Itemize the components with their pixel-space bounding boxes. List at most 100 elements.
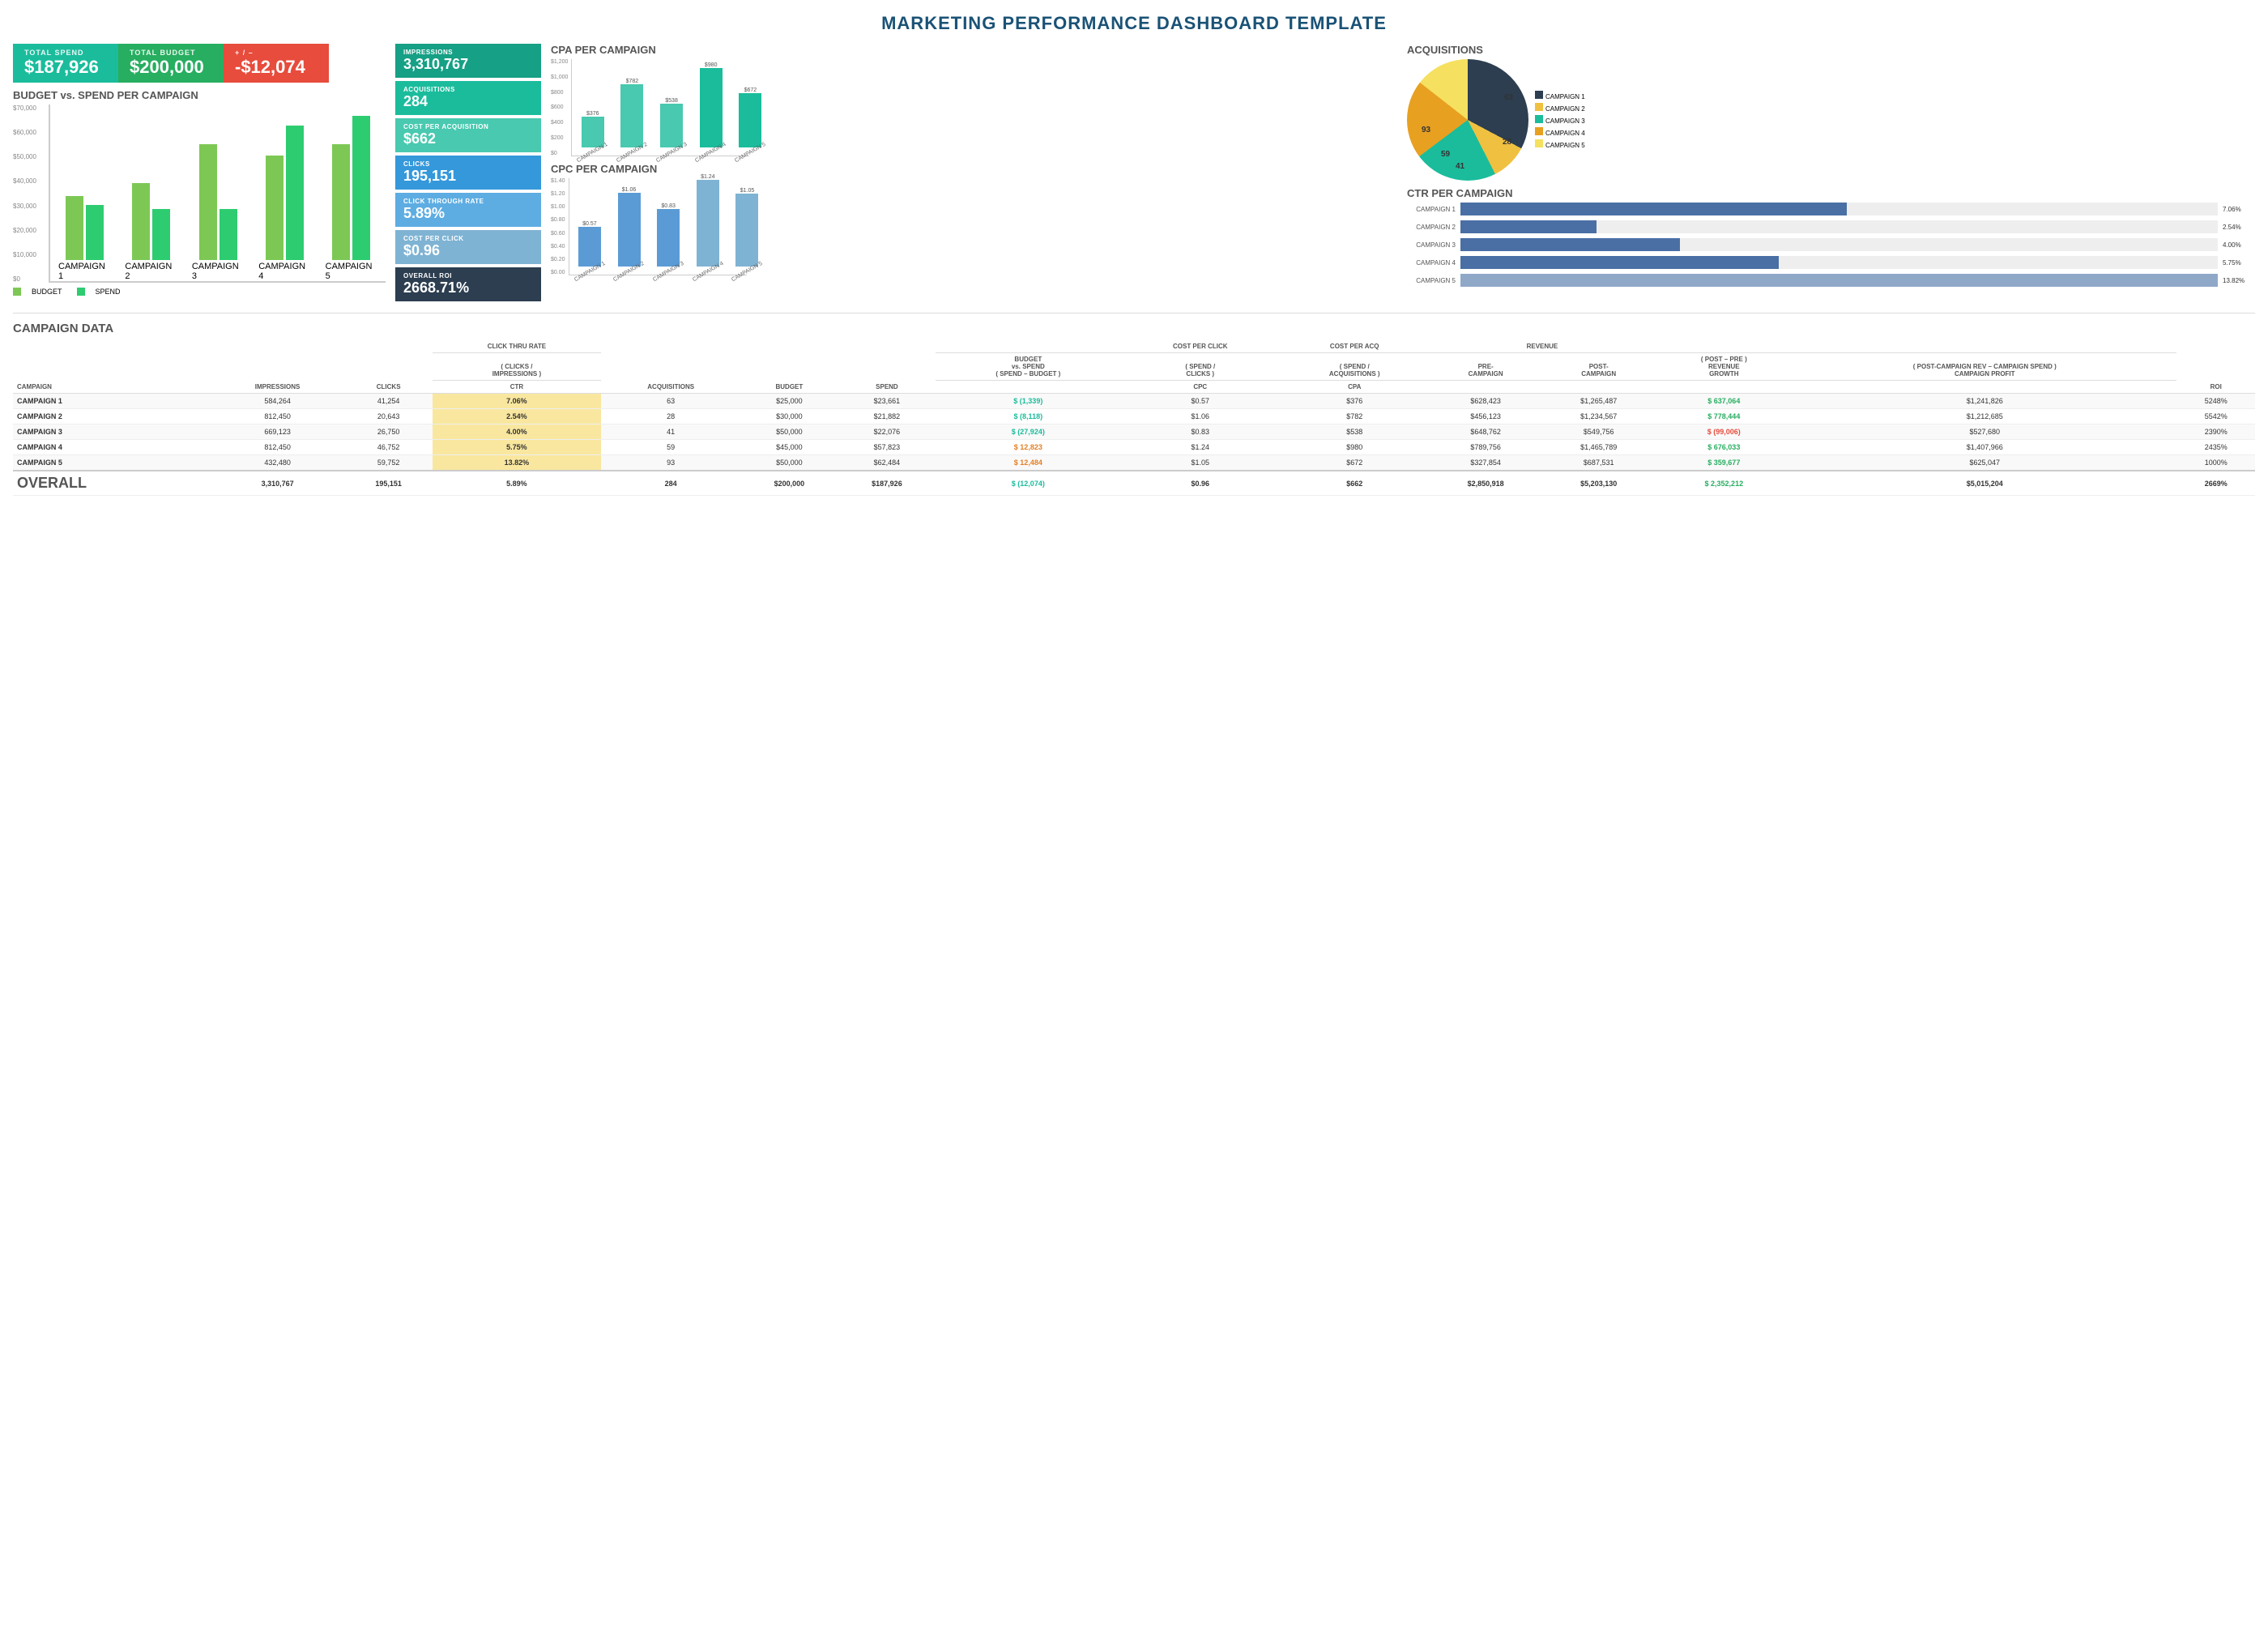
table-row: CAMPAIGN 4 812,450 46,752 5.75% 59 $45,0…	[13, 440, 2255, 455]
metric-cpc: COST PER CLICK $0.96	[395, 230, 541, 264]
th-post-sub: POST-CAMPAIGN	[1542, 353, 1656, 381]
ctr-row-1: CAMPAIGN 1 7.06%	[1407, 203, 2255, 215]
bar-c5-budget	[332, 144, 350, 260]
th-cpa: CPA	[1280, 381, 1429, 394]
kpi-total-spend: TOTAL SPEND $187,926	[13, 44, 118, 83]
kpi-total-budget: TOTAL BUDGET $200,000	[118, 44, 224, 83]
cpc-bar-3	[657, 209, 680, 267]
table-row: CAMPAIGN 1 584,264 41,254 7.06% 63 $25,0…	[13, 394, 2255, 409]
y-axis-labels: $70,000 $60,000 $50,000 $40,000 $30,000 …	[13, 105, 36, 283]
pie-legend: CAMPAIGN 1 CAMPAIGN 2 CAMPAIGN 3 CAMPAIG…	[1535, 91, 1585, 149]
bar-c4-spend	[286, 126, 304, 260]
pie-chart: 93 63 28 41 59	[1407, 59, 1528, 181]
svg-text:41: 41	[1456, 162, 1465, 171]
bar-c1-budget	[66, 196, 83, 260]
table-row: CAMPAIGN 5 432,480 59,752 13.82% 93 $50,…	[13, 455, 2255, 471]
bar-c3-spend	[220, 209, 237, 260]
svg-text:59: 59	[1441, 150, 1451, 159]
ctr-row-4: CAMPAIGN 4 5.75%	[1407, 256, 2255, 269]
cpa-cpc-col: CPA PER CAMPAIGN $1,200$1,000$800$600$40…	[551, 44, 1399, 301]
th-bvs-sub: BUDGETvs. SPEND( SPEND – BUDGET )	[936, 353, 1120, 381]
th-impressions: IMPRESSIONS	[210, 340, 344, 394]
cpa-bar-1	[582, 117, 604, 147]
campaign-table: CAMPAIGN IMPRESSIONS CLICKS CLICK THRU R…	[13, 340, 2255, 496]
cpc-bar-1	[578, 227, 601, 267]
svg-text:28: 28	[1503, 138, 1512, 147]
cpc-bar-5	[735, 194, 758, 267]
cpa-bar-2	[620, 84, 643, 147]
ctr-row-3: CAMPAIGN 3 4.00%	[1407, 238, 2255, 251]
metric-ctr: CLICK THROUGH RATE 5.89%	[395, 193, 541, 227]
th-profit	[1793, 381, 2176, 394]
metric-cpa: COST PER ACQUISITION $662	[395, 118, 541, 152]
ctr-row-5: CAMPAIGN 5 13.82%	[1407, 274, 2255, 287]
th-cpa-sub: ( SPEND /ACQUISITIONS )	[1280, 353, 1429, 381]
campaign-data-section: CAMPAIGN DATA CAMPAIGN IMPRESSIONS CLICK…	[13, 322, 2255, 496]
budget-chart: BUDGET vs. SPEND PER CAMPAIGN $70,000 $6…	[13, 89, 386, 296]
bar-c2-spend	[152, 209, 170, 260]
page-title: MARKETING PERFORMANCE DASHBOARD TEMPLATE	[13, 13, 2255, 34]
th-cpc-group: COST PER CLICK	[1120, 340, 1280, 353]
th-spend: SPEND	[838, 340, 936, 394]
table-row: CAMPAIGN 2 812,450 20,643 2.54% 28 $30,0…	[13, 409, 2255, 424]
cpc-chart: CPC PER CAMPAIGN $1.40$1.20$1.00$0.80$0.…	[551, 163, 1399, 275]
metric-impressions: IMPRESSIONS 3,310,767	[395, 44, 541, 78]
th-cpc: CPC	[1120, 381, 1280, 394]
cpc-bar-4	[697, 180, 719, 267]
ctr-fill-1	[1460, 203, 1847, 215]
bar-c5-spend	[352, 116, 370, 260]
cpa-bar-5	[739, 93, 761, 147]
th-revgrowth-sub: ( POST – PRE )REVENUEGROWTH	[1655, 353, 1793, 381]
cpc-bar-2	[618, 193, 641, 267]
bar-c1-spend	[86, 205, 104, 260]
th-campaign: CAMPAIGN	[13, 340, 210, 394]
cpa-bar-4	[700, 68, 723, 147]
cpa-bar-3	[660, 104, 683, 147]
pie-ctr-col: ACQUISITIONS 93	[1407, 44, 2255, 301]
table-row: CAMPAIGN 3 669,123 26,750 4.00% 41 $50,0…	[13, 424, 2255, 440]
th-cpa-group: COST PER ACQ	[1280, 340, 1429, 353]
ctr-row-2: CAMPAIGN 2 2.54%	[1407, 220, 2255, 233]
th-roi: ROI	[2176, 340, 2255, 394]
metric-acquisitions: ACQUISITIONS 284	[395, 81, 541, 115]
right-panel: CPA PER CAMPAIGN $1,200$1,000$800$600$40…	[551, 44, 2255, 301]
overall-row: OVERALL 3,310,767 195,151 5.89% 284 $200…	[13, 471, 2255, 496]
legend-spend-dot	[77, 288, 85, 296]
ctr-section: CTR PER CAMPAIGN CAMPAIGN 1 7.06% CAMPAI…	[1407, 187, 2255, 287]
cpa-chart: CPA PER CAMPAIGN $1,200$1,000$800$600$40…	[551, 44, 1399, 156]
metrics-panel: IMPRESSIONS 3,310,767 ACQUISITIONS 284 C…	[395, 44, 541, 301]
legend-budget-dot	[13, 288, 21, 296]
th-ctr-sub: ( CLICKS /IMPRESSIONS )	[433, 353, 602, 381]
th-bvs-group	[936, 340, 1120, 353]
metric-roi: OVERALL ROI 2668.71%	[395, 267, 541, 301]
acquisitions-section: ACQUISITIONS 93	[1407, 44, 2255, 181]
th-budget: BUDGET	[740, 340, 838, 394]
th-pre	[1429, 381, 1542, 394]
svg-text:93: 93	[1422, 126, 1431, 134]
th-revenue-group: REVENUE	[1429, 340, 1655, 353]
budget-bar-chart: CAMPAIGN 1 CAMPAIGN 2	[49, 105, 386, 283]
ctr-fill-3	[1460, 238, 1680, 251]
th-revgrowth-group	[1655, 340, 1793, 353]
th-post	[1542, 381, 1656, 394]
ctr-fill-2	[1460, 220, 1597, 233]
th-revg	[1655, 381, 1793, 394]
th-clicks: CLICKS	[345, 340, 433, 394]
bar-c3-budget	[199, 144, 217, 260]
chart-legend: BUDGET SPEND	[13, 288, 386, 296]
th-acquisitions: ACQUISITIONS	[601, 340, 740, 394]
bar-c2-budget	[132, 183, 150, 260]
svg-text:63: 63	[1504, 93, 1514, 102]
th-bvs	[936, 381, 1120, 394]
th-ctr-group: CLICK THRU RATE	[433, 340, 602, 353]
ctr-fill-5	[1460, 274, 2218, 287]
ctr-fill-4	[1460, 256, 1779, 269]
bar-c4-budget	[266, 156, 284, 260]
metric-clicks: CLICKS 195,151	[395, 156, 541, 190]
th-ctr: CTR	[433, 381, 602, 394]
th-cpc-sub: ( SPEND /CLICKS )	[1120, 353, 1280, 381]
th-profit-sub: ( POST-CAMPAIGN REV – CAMPAIGN SPEND )CA…	[1793, 353, 2176, 381]
kpi-variance: + / – -$12,074	[224, 44, 329, 83]
th-profit-group	[1793, 340, 2176, 353]
th-pre-sub: PRE-CAMPAIGN	[1429, 353, 1542, 381]
